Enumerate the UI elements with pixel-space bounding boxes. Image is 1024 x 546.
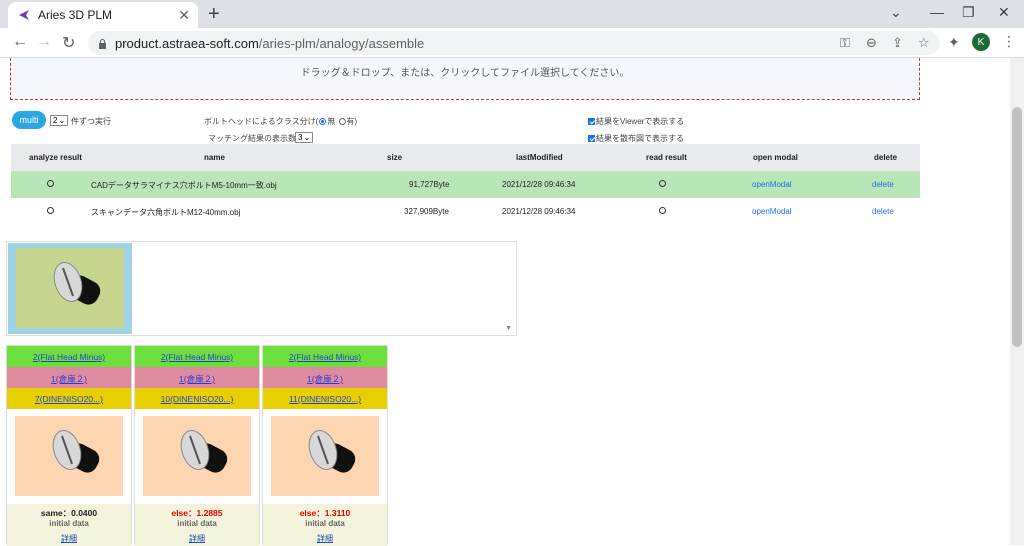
store-link[interactable]: 1(倉庫２): [7, 367, 131, 388]
delete-link[interactable]: delete: [872, 207, 894, 216]
table-header: analyze result name size lastModified re…: [11, 144, 920, 171]
share-icon[interactable]: ⇪: [892, 35, 903, 51]
bolt-model-image: [308, 430, 356, 473]
scatter-checkbox[interactable]: [588, 135, 595, 143]
batch-size-select[interactable]: 2 ⌄: [50, 115, 69, 126]
close-window-icon[interactable]: ✕: [998, 4, 1010, 21]
match-score: same：0.0400: [40, 508, 98, 518]
reload-icon[interactable]: ↻: [62, 33, 75, 53]
class-link[interactable]: 2(Flat Head Minus): [263, 346, 387, 367]
match-count-label: マッチング結果の表示数:: [208, 134, 299, 143]
key-icon[interactable]: ⚿: [840, 35, 850, 51]
forward-icon[interactable]: →: [36, 33, 52, 51]
file-modified: 2021/12/28 09:46:34: [502, 207, 576, 216]
avatar[interactable]: K: [972, 33, 990, 51]
file-size: 91,727Byte: [409, 180, 450, 189]
chevron-down-icon: ⌄: [58, 116, 66, 125]
standard-link[interactable]: 7(DINENISO20...): [7, 388, 131, 409]
browser-tab[interactable]: Aries 3D PLM ✕: [8, 2, 198, 28]
open-modal-link[interactable]: openModal: [752, 207, 792, 216]
browser-toolbar: ← → ↻ product.astraea-soft.com/aries-plm…: [0, 28, 1024, 58]
batch-size-label: 件ずつ実行: [71, 117, 111, 126]
store-link[interactable]: 1(倉庫２): [263, 367, 387, 388]
header-modified: lastModified: [516, 153, 563, 162]
match-model-image: [143, 416, 251, 496]
class-link[interactable]: 2(Flat Head Minus): [135, 346, 259, 367]
table-row[interactable]: CADデータサラマイナス穴ボルトM5-10mm一致.obj 91,727Byte…: [11, 171, 920, 198]
match-score: else：1.3110: [299, 508, 351, 518]
tab-search-icon[interactable]: ⌄: [890, 4, 902, 21]
initial-data-label: initial data: [49, 519, 89, 528]
model-preview-panel: ▼: [6, 241, 517, 336]
detail-link[interactable]: 詳細: [135, 533, 259, 544]
scrollbar-thumb[interactable]: [1012, 107, 1022, 347]
standard-link[interactable]: 10(DINENISO20...): [135, 388, 259, 409]
url-text: product.astraea-soft.com/aries-plm/analo…: [115, 35, 425, 51]
class-link[interactable]: 2(Flat Head Minus): [7, 346, 131, 367]
radio-no[interactable]: [319, 118, 327, 126]
open-modal-link[interactable]: openModal: [752, 180, 792, 189]
detail-link[interactable]: 詳細: [7, 533, 131, 544]
bolt-model-image: [52, 430, 100, 473]
bolt-model-image: [180, 430, 228, 473]
page-content: ドラッグ＆ドロップ、または、クリックしてファイル選択してください。 multi …: [0, 58, 1010, 546]
panel-scroll-down-icon[interactable]: ▼: [505, 325, 512, 332]
read-status-icon: [659, 207, 666, 216]
address-bar[interactable]: product.astraea-soft.com/aries-plm/analo…: [88, 31, 940, 55]
delete-link[interactable]: delete: [872, 180, 894, 189]
radio-yes[interactable]: [338, 118, 346, 126]
match-card: 2(Flat Head Minus) 1(倉庫２) 10(DINENISO20.…: [134, 345, 260, 546]
tab-strip: Aries 3D PLM ✕ + ⌄ — ❐ ✕: [0, 0, 1024, 28]
viewer-checkbox[interactable]: [588, 118, 595, 126]
file-size: 327,909Byte: [404, 207, 449, 216]
lock-icon: [99, 38, 106, 49]
store-link[interactable]: 1(倉庫２): [135, 367, 259, 388]
header-open: open modal: [753, 153, 798, 162]
app-logo-icon: [19, 10, 29, 20]
initial-data-label: initial data: [177, 519, 217, 528]
standard-link[interactable]: 11(DINENISO20...): [263, 388, 387, 409]
read-status-icon: [659, 180, 666, 189]
file-name: スキャンデータ六角ボルトM12-40mm.obj: [91, 208, 241, 217]
scatter-checkbox-row[interactable]: 結果を散布図で表示する: [588, 133, 684, 144]
header-name: name: [204, 153, 225, 162]
initial-data-label: initial data: [305, 519, 345, 528]
match-count-select[interactable]: 3 ⌄: [295, 132, 314, 143]
match-score: else：1.2885: [171, 508, 223, 518]
match-model-image: [271, 416, 379, 496]
close-tab-icon[interactable]: ✕: [178, 7, 190, 24]
analyze-status-icon: [47, 207, 54, 216]
file-name: CADデータサラマイナス穴ボルトM5-10mm一致.obj: [91, 181, 277, 190]
bolt-model-image: [53, 262, 101, 305]
file-modified: 2021/12/28 09:46:34: [502, 180, 576, 189]
restore-icon[interactable]: ❐: [962, 4, 975, 21]
minimize-icon[interactable]: —: [930, 4, 944, 20]
chevron-down-icon: ⌄: [303, 133, 311, 142]
table-row[interactable]: スキャンデータ六角ボルトM12-40mm.obj 327,909Byte 202…: [11, 198, 920, 225]
multi-button[interactable]: multi: [12, 111, 46, 129]
header-delete: delete: [874, 153, 898, 162]
menu-icon[interactable]: ⋮: [1002, 33, 1016, 50]
match-model-image: [15, 416, 123, 496]
header-analyze: analyze result: [29, 153, 82, 162]
tab-title: Aries 3D PLM: [38, 8, 113, 22]
file-table: analyze result name size lastModified re…: [11, 144, 920, 225]
query-thumbnail[interactable]: [8, 243, 132, 334]
zoom-icon[interactable]: ⊖: [866, 35, 877, 51]
match-card: 2(Flat Head Minus) 1(倉庫２) 7(DINENISO20..…: [6, 345, 132, 546]
header-size: size: [387, 153, 403, 162]
header-read: read result: [646, 153, 687, 162]
detail-link[interactable]: 詳細: [263, 533, 387, 544]
back-icon[interactable]: ←: [12, 33, 28, 51]
new-tab-icon[interactable]: +: [208, 3, 220, 25]
viewer-checkbox-row[interactable]: 結果をViewerで表示する: [588, 116, 684, 127]
bolt-head-class-label: ボルトヘッドによるクラス分け(無 有): [204, 117, 358, 126]
extensions-icon[interactable]: ✦: [948, 34, 960, 51]
file-dropzone[interactable]: ドラッグ＆ドロップ、または、クリックしてファイル選択してください。: [10, 58, 920, 100]
bookmark-star-icon[interactable]: ☆: [918, 35, 930, 51]
match-card: 2(Flat Head Minus) 1(倉庫２) 11(DINENISO20.…: [262, 345, 388, 546]
analyze-status-icon: [47, 180, 54, 189]
